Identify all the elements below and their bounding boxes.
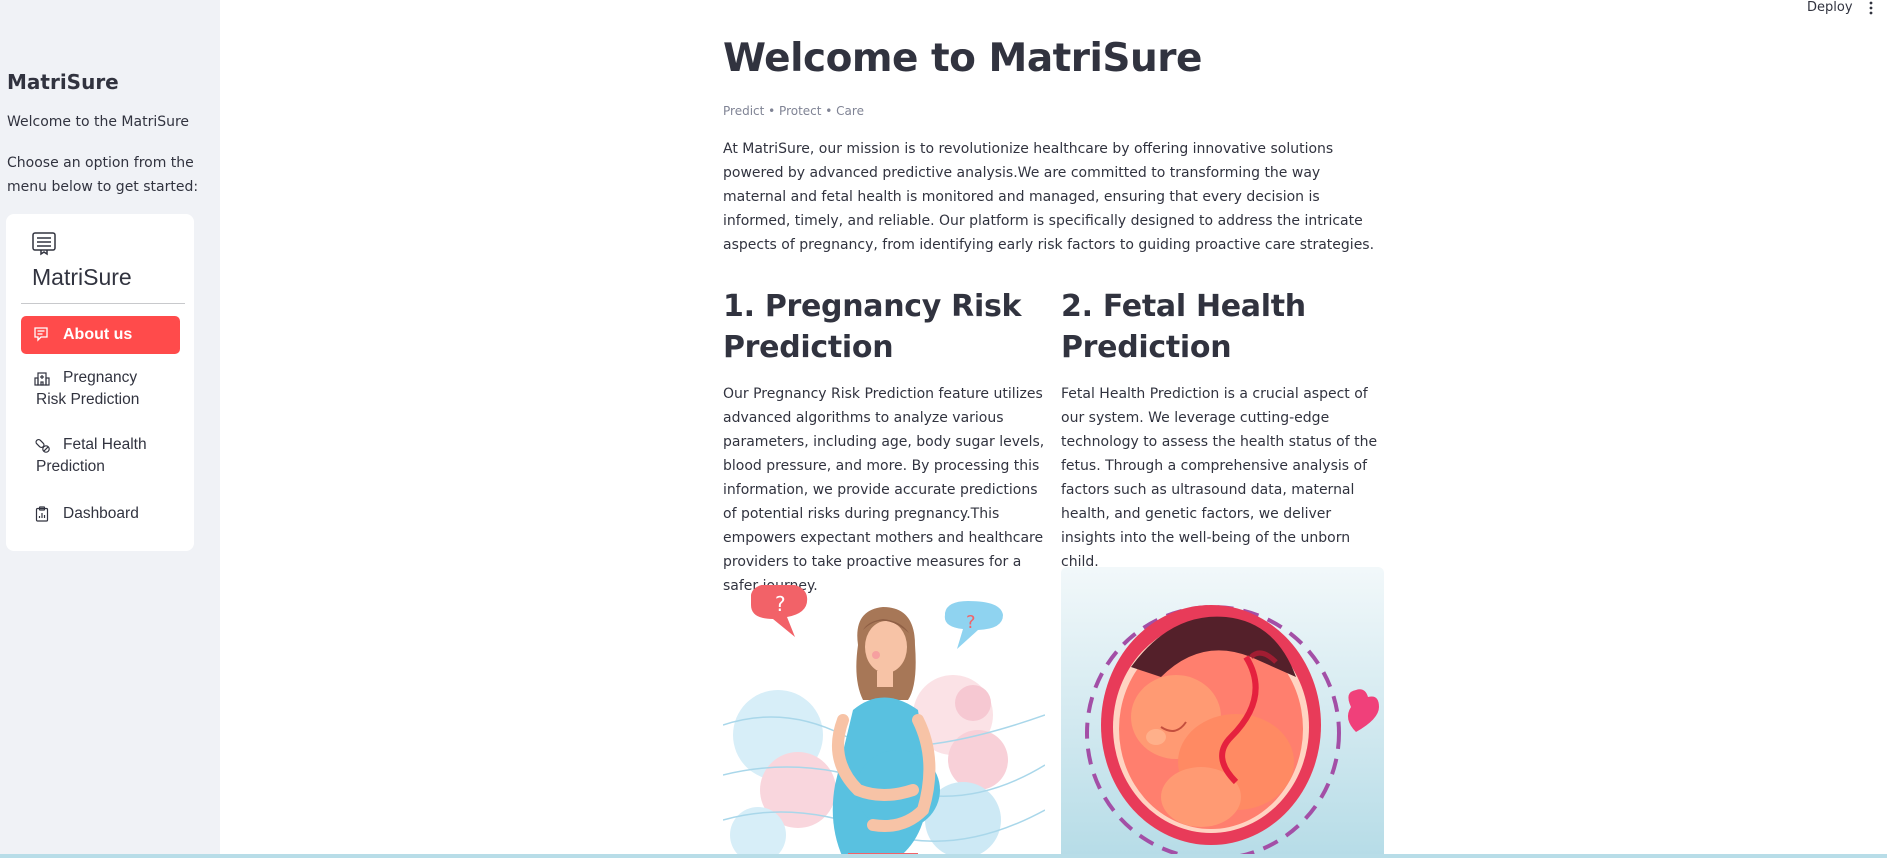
page-title: Welcome to MatriSure <box>723 36 1202 81</box>
list-card-icon <box>32 232 58 256</box>
menu-item-dashboard[interactable]: Dashboard <box>21 503 180 525</box>
menu-item-label: About us <box>63 326 133 343</box>
bottom-border <box>0 854 1887 858</box>
section-heading-pregnancy-risk: 1. Pregnancy Risk Prediction <box>723 289 1022 365</box>
sidebar: MatriSure Welcome to the MatriSure Choos… <box>0 0 220 858</box>
sidebar-title: MatriSure <box>7 70 119 94</box>
deploy-button[interactable]: Deploy <box>1807 0 1853 15</box>
fetus-illustration <box>1061 567 1384 858</box>
intro-paragraph: At MatriSure, our mission is to revoluti… <box>723 141 1375 253</box>
menu-item-fetal-health-prediction[interactable]: Fetal Health Prediction <box>21 434 180 478</box>
menu-item-pregnancy-risk-prediction[interactable]: Pregnancy Risk Prediction <box>21 367 180 411</box>
svg-text:?: ? <box>966 612 976 633</box>
pregnant-woman-illustration: ? ? <box>723 585 1045 858</box>
menu-brand-title: MatriSure <box>32 264 132 290</box>
chat-square-text-icon <box>33 326 49 342</box>
section-heading-fetal-health: 2. Fetal Health Prediction <box>1061 289 1306 365</box>
sidebar-instruction-text: Choose an option from the menu below to … <box>7 155 199 195</box>
option-menu: MatriSure About us Pregnancy Risk Predic… <box>6 214 194 551</box>
clipboard-data-icon <box>34 506 50 522</box>
hospital-icon <box>34 370 50 386</box>
capsule-icon <box>34 437 50 453</box>
kebab-menu-icon[interactable] <box>1868 0 1874 15</box>
section-body-fetal-health: Fetal Health Prediction is a crucial asp… <box>1061 386 1378 570</box>
svg-text:?: ? <box>775 592 786 616</box>
section-body-pregnancy-risk: Our Pregnancy Risk Prediction feature ut… <box>723 386 1045 594</box>
menu-divider <box>21 303 185 304</box>
tagline: Predict • Protect • Care <box>723 104 864 118</box>
sidebar-welcome-text: Welcome to the MatriSure <box>7 114 190 130</box>
menu-item-about-us[interactable]: About us <box>21 316 180 354</box>
